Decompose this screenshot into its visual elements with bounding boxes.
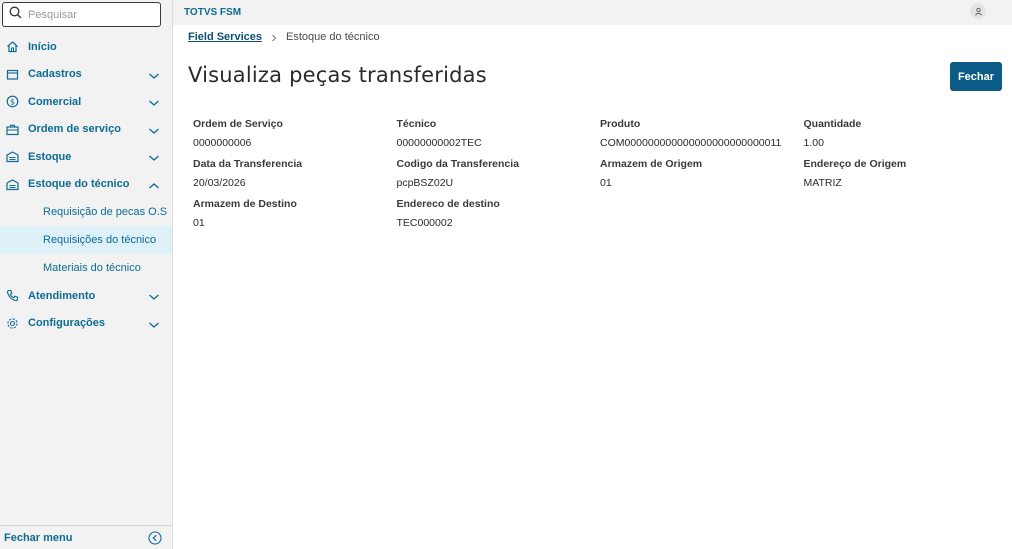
sidebar-item-ordem-de-servico[interactable]: Ordem de serviço: [0, 116, 172, 144]
user-icon[interactable]: [970, 3, 986, 19]
warehouse-icon: [5, 150, 19, 164]
field-value: 20/03/2026: [193, 177, 246, 189]
field-produto: Produto COM000000000000000000000000011: [600, 116, 804, 156]
chevron-down-icon: [148, 318, 160, 330]
svg-text:$: $: [9, 98, 14, 107]
search-input[interactable]: [28, 8, 148, 21]
field-value: 01: [600, 177, 612, 189]
field-value: 01: [193, 217, 205, 229]
field-endereco-de-origem: Endereço de Origem MATRIZ: [804, 156, 1004, 196]
search-box[interactable]: [2, 2, 161, 27]
sidebar-item-label: Estoque do técnico: [28, 178, 130, 191]
field-endereco-de-destino: Endereco de destino TEC000002: [397, 196, 601, 236]
sidebar-item-comercial[interactable]: $ Comercial: [0, 88, 172, 116]
chevron-down-icon: [148, 290, 160, 302]
sidebar-subitem-label: Requisição de pecas O.S: [43, 206, 168, 218]
field-label: Técnico: [396, 118, 437, 130]
register-icon: [5, 67, 19, 81]
field-value: TEC000002: [396, 217, 453, 229]
field-label: Produto: [600, 118, 641, 130]
chevron-down-icon: [148, 69, 160, 81]
field-label: Quantidade: [803, 118, 862, 130]
field-armazem-de-origem: Armazem de Origem 01: [600, 156, 804, 196]
sidebar-subitem-requisicoes-do-tecnico[interactable]: Requisições do técnico: [0, 226, 172, 254]
sidebar-item-label: Ordem de serviço: [28, 123, 121, 136]
sidebar-item-cadastros[interactable]: Cadastros: [0, 61, 172, 89]
collapse-left-icon[interactable]: [148, 531, 162, 545]
sidebar-item-atendimento[interactable]: Atendimento: [0, 282, 172, 310]
home-icon: [5, 40, 19, 54]
sidebar-item-label: Estoque: [28, 150, 72, 163]
field-value: 00000000002TEC: [396, 137, 482, 149]
sidebar-subitem-materiais-do-tecnico[interactable]: Materiais do técnico: [0, 254, 172, 282]
app-title: TOTVS FSM: [184, 7, 242, 18]
search-icon: [9, 6, 22, 24]
breadcrumb-field-services-link[interactable]: Field Services: [188, 31, 262, 43]
sidebar-item-label: Início: [28, 40, 57, 53]
field-armazem-de-destino: Armazem de Destino 01: [193, 196, 397, 236]
sidebar-subitem-label: Materiais do técnico: [43, 262, 141, 274]
sidebar-item-estoque[interactable]: Estoque: [0, 143, 172, 171]
sidebar-item-estoque-do-tecnico[interactable]: Estoque do técnico: [0, 171, 172, 199]
field-ordem-de-servico: Ordem de Serviço 0000000006: [193, 116, 397, 156]
field-codigo-da-transferencia: Codigo da Transferencia pcpBSZ02U: [397, 156, 601, 196]
page-title: Visualiza peças transferidas: [188, 63, 487, 87]
sidebar-item-label: Cadastros: [28, 68, 82, 81]
sidebar-subitem-label: Requisições do técnico: [43, 234, 157, 246]
sidebar-item-label: Configurações: [28, 317, 106, 330]
chevron-down-icon: [148, 96, 160, 108]
field-value: pcpBSZ02U: [396, 177, 454, 189]
field-label: Data da Transferencia: [193, 158, 303, 170]
field-tecnico: Técnico 00000000002TEC: [397, 116, 601, 156]
field-label: Armazem de Destino: [193, 198, 297, 210]
sidebar-item-label: Comercial: [28, 95, 82, 108]
breadcrumb-current: Estoque do técnico: [286, 31, 380, 43]
details-grid: Ordem de Serviço 0000000006 Técnico 0000…: [193, 116, 1005, 236]
field-label: Ordem de Serviço: [193, 118, 283, 130]
sidebar-subitem-requisicao-de-pecas[interactable]: Requisição de pecas O.S: [0, 198, 172, 226]
close-menu-button[interactable]: Fechar menu: [0, 525, 172, 549]
field-label: Endereco de destino: [396, 198, 500, 210]
sidebar: Início Cadastros $ Comercial Ordem de se…: [0, 0, 173, 549]
breadcrumb: Field Services Estoque do técnico: [188, 31, 380, 43]
warehouse-icon: [5, 177, 19, 191]
sidebar-nav: Início Cadastros $ Comercial Ordem de se…: [0, 33, 172, 337]
sidebar-item-label: Atendimento: [28, 289, 96, 302]
phone-icon: [5, 289, 19, 303]
chevron-down-icon: [148, 124, 160, 136]
topbar: TOTVS FSM: [173, 0, 1012, 25]
chevron-down-icon: [148, 151, 160, 163]
close-button[interactable]: Fechar: [950, 62, 1002, 91]
toolbox-icon: [5, 122, 19, 136]
gear-icon: [5, 316, 19, 330]
field-value: COM000000000000000000000000011: [600, 137, 782, 149]
sidebar-item-inicio[interactable]: Início: [0, 33, 172, 61]
field-value: 0000000006: [193, 137, 252, 149]
chevron-right-icon: [270, 33, 278, 42]
field-data-da-transferencia: Data da Transferencia 20/03/2026: [193, 156, 397, 196]
field-label: Codigo da Transferencia: [396, 158, 520, 170]
field-label: Armazem de Origem: [600, 158, 703, 170]
field-label: Endereço de Origem: [803, 158, 907, 170]
field-quantidade: Quantidade 1.00: [804, 116, 1004, 156]
field-value: 1.00: [803, 137, 824, 149]
sidebar-item-configuracoes[interactable]: Configurações: [0, 310, 172, 338]
chevron-up-icon: [148, 179, 160, 191]
field-value: MATRIZ: [803, 177, 842, 189]
dollar-icon: $: [5, 95, 19, 109]
close-menu-label: Fechar menu: [4, 531, 73, 544]
